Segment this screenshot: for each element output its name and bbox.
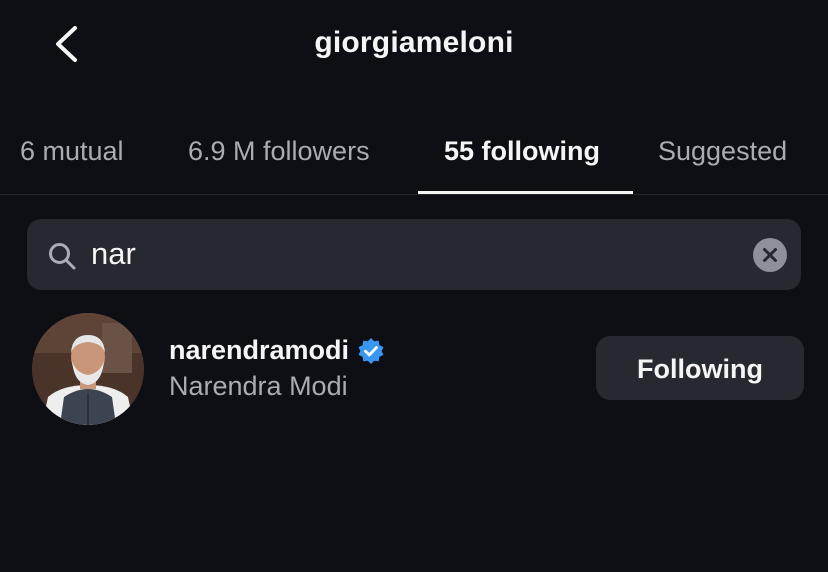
tab-suggested[interactable]: Suggested xyxy=(658,136,787,167)
search-icon xyxy=(49,243,76,270)
avatar[interactable] xyxy=(32,313,144,425)
search-bar xyxy=(27,219,801,290)
tab-following[interactable]: 55 following xyxy=(444,136,600,167)
header: giorgiameloni xyxy=(0,0,828,96)
page-title: giorgiameloni xyxy=(314,26,514,59)
username[interactable]: narendramodi xyxy=(169,335,349,366)
list-item[interactable]: narendramodi Narendra Modi Following xyxy=(0,305,828,435)
avatar-photo xyxy=(32,313,144,425)
active-tab-indicator xyxy=(418,191,633,194)
tab-mutual[interactable]: 6 mutual xyxy=(20,136,124,167)
verified-badge-icon xyxy=(358,337,384,364)
search-input[interactable] xyxy=(91,229,731,279)
tab-followers[interactable]: 6.9 M followers xyxy=(188,136,370,167)
full-name: Narendra Modi xyxy=(169,371,348,401)
following-button[interactable]: Following xyxy=(596,336,804,400)
clear-search-button[interactable] xyxy=(753,238,787,272)
username-wrap: narendramodi xyxy=(169,335,385,366)
tab-bar: 6 mutual 6.9 M followers 55 following Su… xyxy=(0,118,828,195)
clear-icon xyxy=(763,248,777,262)
